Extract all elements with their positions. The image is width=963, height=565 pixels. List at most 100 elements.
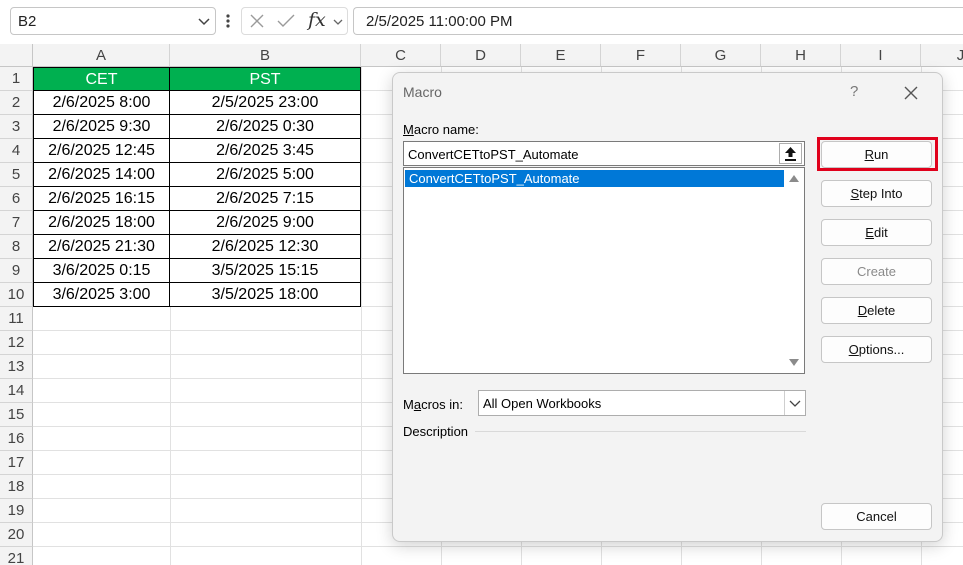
chevron-down-icon xyxy=(789,400,801,407)
column-header-b[interactable]: B xyxy=(170,44,361,67)
column-header-e[interactable]: E xyxy=(521,44,601,67)
more-options-icon[interactable] xyxy=(225,12,231,30)
row-header[interactable]: 13 xyxy=(0,355,33,379)
help-button[interactable]: ? xyxy=(850,83,858,100)
table-cell[interactable]: 3/5/2025 18:00 xyxy=(170,283,361,307)
chevron-down-icon[interactable] xyxy=(197,14,211,28)
table-cell[interactable]: 2/6/2025 12:30 xyxy=(170,235,361,259)
table-cell[interactable]: 3/6/2025 0:15 xyxy=(33,259,170,283)
formula-input[interactable]: 2/5/2025 11:00:00 PM xyxy=(353,7,963,35)
name-box-value: B2 xyxy=(18,13,37,30)
formula-actions: fx xyxy=(241,7,348,35)
column-header-d[interactable]: D xyxy=(441,44,521,67)
scroll-down-icon[interactable] xyxy=(789,359,799,366)
table-cell[interactable]: 2/6/2025 16:15 xyxy=(33,187,170,211)
description-label: Description xyxy=(403,424,469,439)
row-header[interactable]: 5 xyxy=(0,163,33,187)
step-accel: S xyxy=(850,186,860,201)
macro-name-label-text: acro name: xyxy=(413,122,479,137)
row-header[interactable]: 16 xyxy=(0,427,33,451)
row-header[interactable]: 14 xyxy=(0,379,33,403)
column-header-f[interactable]: F xyxy=(601,44,681,67)
select-all-corner[interactable] xyxy=(0,44,33,67)
step-into-button[interactable]: Step Into xyxy=(821,180,932,207)
macros-in-label-pre: M xyxy=(403,397,414,412)
macros-in-label-accel: a xyxy=(413,397,422,412)
expand-chevron-icon[interactable] xyxy=(332,16,344,28)
macro-list[interactable]: ConvertCETtoPST_Automate xyxy=(403,167,805,374)
table-cell[interactable]: 2/6/2025 12:45 xyxy=(33,139,170,163)
run-highlight-box xyxy=(817,137,938,171)
collapse-dialog-button[interactable] xyxy=(779,143,802,164)
macros-in-label: Macros in: xyxy=(403,397,463,412)
name-box[interactable]: B2 xyxy=(10,7,216,35)
column-header-j[interactable]: J xyxy=(921,44,963,67)
row-header[interactable]: 21 xyxy=(0,547,33,565)
row-header[interactable]: 7 xyxy=(0,211,33,235)
column-header-g[interactable]: G xyxy=(681,44,761,67)
close-icon[interactable] xyxy=(901,83,921,103)
table-cell[interactable]: 2/6/2025 7:15 xyxy=(170,187,361,211)
checkmark-icon[interactable] xyxy=(277,13,295,29)
column-header-a[interactable]: A xyxy=(33,44,170,67)
row-header[interactable]: 9 xyxy=(0,259,33,283)
cancel-icon[interactable] xyxy=(249,13,265,29)
edit-accel: E xyxy=(865,225,874,240)
column-header-c[interactable]: C xyxy=(361,44,441,67)
macros-in-select[interactable]: All Open Workbooks xyxy=(478,390,806,416)
row-header[interactable]: 2 xyxy=(0,91,33,115)
table-cell[interactable]: 2/6/2025 9:00 xyxy=(170,211,361,235)
row-header[interactable]: 3 xyxy=(0,115,33,139)
row-header[interactable]: 1 xyxy=(0,67,33,91)
formula-value: 2/5/2025 11:00:00 PM xyxy=(366,13,513,30)
macro-dialog: Macro ? Macro name: ConvertCETtoPST_Auto… xyxy=(392,72,943,542)
list-item[interactable]: ConvertCETtoPST_Automate xyxy=(405,170,784,187)
cancel-button[interactable]: Cancel xyxy=(821,503,932,530)
dialog-title: Macro xyxy=(403,84,442,100)
macros-in-label-text: cros in: xyxy=(421,397,463,412)
insert-function-icon[interactable]: fx xyxy=(308,9,326,31)
column-header-i[interactable]: I xyxy=(841,44,921,67)
row-header[interactable]: 8 xyxy=(0,235,33,259)
row-header[interactable]: 19 xyxy=(0,499,33,523)
edit-label: dit xyxy=(873,225,888,240)
macro-name-label: Macro name: xyxy=(403,122,479,137)
row-header[interactable]: 18 xyxy=(0,475,33,499)
table-cell[interactable]: 3/6/2025 3:00 xyxy=(33,283,170,307)
table-cell[interactable]: 3/5/2025 15:15 xyxy=(170,259,361,283)
options-button[interactable]: Options... xyxy=(821,336,932,363)
edit-button[interactable]: Edit xyxy=(821,219,932,246)
table-cell[interactable]: 2/6/2025 9:30 xyxy=(33,115,170,139)
table-cell[interactable]: 2/5/2025 23:00 xyxy=(170,91,361,115)
macro-name-input[interactable]: ConvertCETtoPST_Automate xyxy=(403,141,805,166)
create-button[interactable]: Create xyxy=(821,258,932,285)
dropdown-toggle[interactable] xyxy=(784,391,805,415)
table-cell[interactable]: 2/6/2025 5:00 xyxy=(170,163,361,187)
row-header[interactable]: 20 xyxy=(0,523,33,547)
column-header-h[interactable]: H xyxy=(761,44,841,67)
table-cell[interactable]: 2/6/2025 3:45 xyxy=(170,139,361,163)
header-cell-pst[interactable]: PST xyxy=(170,67,361,91)
row-header[interactable]: 6 xyxy=(0,187,33,211)
macro-name-value: ConvertCETtoPST_Automate xyxy=(408,147,579,162)
table-cell[interactable]: 2/6/2025 14:00 xyxy=(33,163,170,187)
row-header[interactable]: 4 xyxy=(0,139,33,163)
divider xyxy=(475,431,806,432)
table-cell[interactable]: 2/6/2025 18:00 xyxy=(33,211,170,235)
header-cell-cet[interactable]: CET xyxy=(33,67,170,91)
row-header[interactable]: 15 xyxy=(0,403,33,427)
gridline xyxy=(361,67,362,565)
table-cell[interactable]: 2/6/2025 21:30 xyxy=(33,235,170,259)
delete-button[interactable]: Delete xyxy=(821,297,932,324)
row-header[interactable]: 17 xyxy=(0,451,33,475)
upload-arrow-icon xyxy=(785,147,796,161)
row-header[interactable]: 12 xyxy=(0,331,33,355)
table-cell[interactable]: 2/6/2025 8:00 xyxy=(33,91,170,115)
scroll-up-icon[interactable] xyxy=(789,175,799,182)
table-cell[interactable]: 2/6/2025 0:30 xyxy=(170,115,361,139)
row-header[interactable]: 11 xyxy=(0,307,33,331)
row-header[interactable]: 10 xyxy=(0,283,33,307)
formula-bar: B2 fx 2/5/2025 11:00:00 PM xyxy=(0,0,963,42)
gridline xyxy=(33,546,963,547)
options-accel: O xyxy=(848,342,859,357)
